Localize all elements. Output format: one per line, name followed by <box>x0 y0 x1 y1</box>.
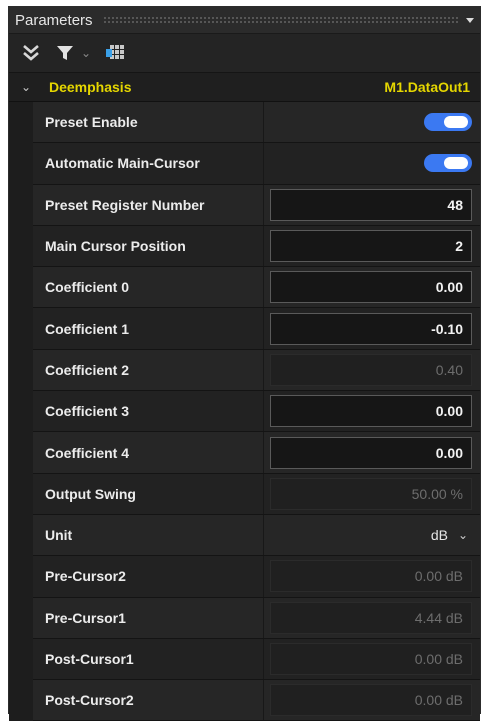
panel-menu-icon[interactable] <box>466 17 474 23</box>
group-name: Deemphasis <box>49 79 132 95</box>
param-label: Preset Register Number <box>45 196 205 213</box>
chevron-down-icon[interactable]: ⌄ <box>81 46 91 60</box>
param-row-pre-cursor2: Pre-Cursor2 0.00 dB <box>33 556 480 598</box>
coefficient-2-value: 0.40 <box>270 353 472 386</box>
param-label: Coefficient 4 <box>45 444 130 461</box>
parameter-list: Preset Enable Automatic Main-Cursor Pres… <box>9 102 480 721</box>
param-label: Output Swing <box>45 485 136 502</box>
output-swing-value: 50.00 % <box>270 477 472 510</box>
param-row-pre-cursor1: Pre-Cursor1 4.44 dB <box>33 597 480 639</box>
pre-cursor2-value: 0.00 dB <box>270 560 472 593</box>
coefficient-4-input[interactable]: 0.00 <box>270 436 472 469</box>
param-row-post-cursor1: Post-Cursor1 0.00 dB <box>33 638 480 681</box>
param-row-coefficient-0: Coefficient 0 0.00 <box>33 267 480 309</box>
chevron-down-icon[interactable]: ⌄ <box>21 80 41 94</box>
param-label: Preset Enable <box>45 114 138 131</box>
chevron-down-icon: ⌄ <box>457 528 468 543</box>
param-row-preset-register-number: Preset Register Number 48 <box>33 184 480 226</box>
preset-enable-toggle[interactable] <box>424 113 472 132</box>
param-label: Unit <box>45 527 73 544</box>
group-target: M1.DataOut1 <box>384 79 470 95</box>
preset-register-number-input[interactable]: 48 <box>270 188 472 221</box>
drag-grip[interactable] <box>102 16 460 24</box>
param-row-preset-enable: Preset Enable <box>33 102 480 144</box>
pre-cursor1-value: 4.44 dB <box>270 601 472 634</box>
post-cursor2-value: 0.00 dB <box>270 684 472 717</box>
coefficient-1-input[interactable]: -0.10 <box>270 312 472 345</box>
indent-gutter <box>9 102 33 721</box>
unit-selected-value: dB <box>430 527 448 544</box>
param-row-post-cursor2: Post-Cursor2 0.00 dB <box>33 680 480 721</box>
param-label: Main Cursor Position <box>45 238 186 255</box>
collapse-all-icon[interactable] <box>21 43 41 63</box>
param-row-output-swing: Output Swing 50.00 % <box>33 473 480 515</box>
toggle-knob <box>444 116 468 129</box>
param-label: Coefficient 0 <box>45 279 130 296</box>
param-label: Coefficient 2 <box>45 361 130 378</box>
param-label: Post-Cursor1 <box>45 651 134 667</box>
parameters-panel: Parameters ⌄ ⌄ Deemphasis M1.DataOut1 Pr… <box>8 6 481 721</box>
param-row-coefficient-4: Coefficient 4 0.00 <box>33 432 480 474</box>
post-cursor1-value: 0.00 dB <box>270 643 472 675</box>
automatic-main-cursor-toggle[interactable] <box>424 154 472 173</box>
coefficient-3-input[interactable]: 0.00 <box>270 395 472 428</box>
param-row-coefficient-2: Coefficient 2 0.40 <box>33 349 480 392</box>
panel-titlebar[interactable]: Parameters <box>9 7 480 34</box>
toggle-knob <box>444 157 468 170</box>
param-row-unit: Unit dB ⌄ <box>33 514 480 557</box>
param-label: Post-Cursor2 <box>45 692 134 709</box>
param-label: Coefficient 3 <box>45 403 130 420</box>
param-label: Coefficient 1 <box>45 320 130 337</box>
main-cursor-position-input[interactable]: 2 <box>270 230 472 263</box>
coefficient-0-input[interactable]: 0.00 <box>270 271 472 304</box>
param-row-coefficient-3: Coefficient 3 0.00 <box>33 391 480 433</box>
table-layout-icon[interactable] <box>105 43 127 63</box>
param-row-coefficient-1: Coefficient 1 -0.10 <box>33 308 480 350</box>
param-label: Automatic Main-Cursor <box>45 155 200 172</box>
param-label: Pre-Cursor1 <box>45 609 126 626</box>
param-label: Pre-Cursor2 <box>45 568 126 585</box>
panel-title: Parameters <box>15 11 93 29</box>
filter-icon[interactable] <box>55 43 75 63</box>
param-row-main-cursor-position: Main Cursor Position 2 <box>33 225 480 268</box>
unit-select[interactable]: dB ⌄ <box>431 527 472 543</box>
param-row-automatic-main-cursor: Automatic Main-Cursor <box>33 143 480 185</box>
toolbar: ⌄ <box>9 34 480 73</box>
group-header-deemphasis[interactable]: ⌄ Deemphasis M1.DataOut1 <box>9 73 480 102</box>
